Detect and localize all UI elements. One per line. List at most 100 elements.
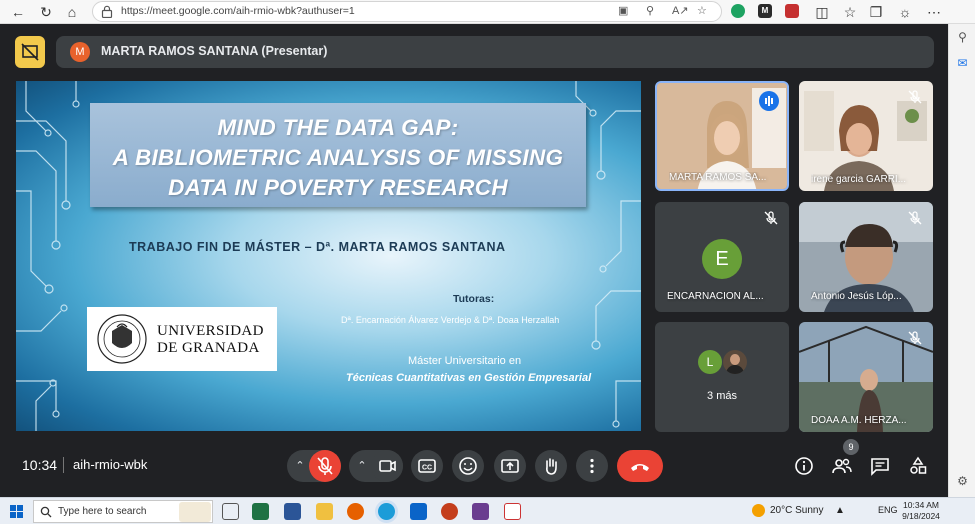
camera-options-chevron-icon[interactable]: ⌃ xyxy=(351,450,373,482)
hand-icon xyxy=(546,458,557,475)
presentation-badge[interactable] xyxy=(15,36,45,68)
word-icon[interactable] xyxy=(284,503,301,520)
zoom-icon[interactable]: ⚲ xyxy=(646,4,654,17)
more-options-button[interactable] xyxy=(576,450,608,482)
task-view-icon[interactable] xyxy=(222,503,239,520)
windows-taskbar: Type here to search 20°C Sunny ▲ ENG 10:… xyxy=(0,497,975,524)
participant-name: MARTA RAMOS SA... xyxy=(669,172,767,183)
camera-icon[interactable]: ▣ xyxy=(618,4,628,17)
extension-icon[interactable] xyxy=(731,4,745,18)
university-name-line2: DE GRANADA xyxy=(157,340,260,356)
participant-tile[interactable]: irene garcia GARRI... xyxy=(799,81,933,191)
system-clock[interactable]: 10:34 AM 9/18/2024 xyxy=(899,500,943,522)
screen-off-icon xyxy=(21,43,39,61)
read-aloud-icon[interactable]: A↗ xyxy=(672,4,689,17)
back-icon[interactable]: ← xyxy=(8,2,28,22)
leave-call-button[interactable] xyxy=(617,450,663,482)
file-explorer-icon[interactable] xyxy=(316,503,333,520)
lock-icon xyxy=(101,5,113,18)
sun-icon xyxy=(752,504,765,517)
presentation-slide: MIND THE DATA GAP: A BIBLIOMETRIC ANALYS… xyxy=(16,81,641,431)
participant-tile[interactable]: MARTA RAMOS SA... xyxy=(655,81,789,191)
clock-time: 10:34 AM xyxy=(903,500,939,510)
more-participants-label: 3 más xyxy=(707,390,737,402)
app-icon[interactable] xyxy=(472,503,489,520)
camera-toggle-button[interactable] xyxy=(371,450,403,482)
tutors-label: Tutoras: xyxy=(453,293,495,305)
refresh-icon[interactable]: ↻ xyxy=(36,2,56,22)
clock-date: 9/18/2024 xyxy=(902,511,940,521)
participant-name: Antonio Jesús Lóp... xyxy=(811,291,902,302)
edge-icon[interactable] xyxy=(378,503,395,520)
powerpoint-icon[interactable] xyxy=(441,503,458,520)
taskbar-search-box[interactable]: Type here to search xyxy=(33,500,213,523)
settings-gear-icon[interactable]: ⚙ xyxy=(955,474,970,489)
tray-icons[interactable]: ▲ xyxy=(835,505,845,516)
edge-sidebar: ⚲ ✉ ⚙ xyxy=(948,24,975,497)
mic-options-chevron-icon[interactable]: ⌃ xyxy=(289,450,311,482)
reactions-button[interactable] xyxy=(452,450,484,482)
meeting-code: aih-rmio-wbk xyxy=(73,457,148,472)
raise-hand-button[interactable] xyxy=(535,450,567,482)
collections-icon[interactable]: ❐ xyxy=(866,2,886,22)
meeting-details-info-icon[interactable] xyxy=(792,454,816,478)
present-screen-button[interactable] xyxy=(494,450,526,482)
excel-icon[interactable] xyxy=(252,503,269,520)
activities-icon[interactable] xyxy=(906,454,930,478)
people-icon[interactable] xyxy=(830,454,854,478)
master-line2: Técnicas Cuantitativas en Gestión Empres… xyxy=(346,372,592,384)
chat-icon[interactable] xyxy=(868,454,892,478)
slide-title-line: DATA IN POVERTY RESEARCH xyxy=(168,175,508,200)
mic-off-icon xyxy=(908,331,922,345)
url-text: https://meet.google.com/aih-rmio-wbk?aut… xyxy=(121,5,355,17)
home-icon[interactable]: ⌂ xyxy=(62,2,82,22)
slide-title-box: MIND THE DATA GAP: A BIBLIOMETRIC ANALYS… xyxy=(90,103,586,207)
participants-count-badge: 9 xyxy=(843,439,859,455)
more-menu-icon[interactable]: ⋯ xyxy=(924,2,944,22)
presenter-label: MARTA RAMOS SANTANA (Presentar) xyxy=(101,44,328,58)
participant-name: ENCARNACION AL... xyxy=(667,291,764,302)
outlook-icon[interactable]: ✉ xyxy=(955,56,970,71)
divider xyxy=(63,457,64,473)
participant-tile[interactable]: E ENCARNACION AL... xyxy=(655,202,789,312)
language-indicator[interactable]: ENG xyxy=(878,505,898,515)
windows-start-icon[interactable] xyxy=(10,505,23,518)
address-bar[interactable]: https://meet.google.com/aih-rmio-wbk?aut… xyxy=(92,1,722,22)
slide-title-line: MIND THE DATA GAP: xyxy=(217,115,459,140)
more-vert-icon xyxy=(590,458,594,474)
university-seal-icon xyxy=(97,314,147,364)
videocam-icon xyxy=(379,460,396,472)
participant-tile[interactable]: DOAA A.M. HERZA... xyxy=(799,322,933,432)
call-end-icon xyxy=(631,464,649,471)
search-highlight-image xyxy=(179,502,211,522)
mic-off-icon xyxy=(908,211,922,225)
avatar: L xyxy=(698,350,722,374)
speaking-indicator-icon xyxy=(759,91,779,111)
favorites-icon[interactable]: ☆ xyxy=(840,2,860,22)
present-to-all-icon xyxy=(501,459,519,473)
avatar: E xyxy=(702,239,742,279)
search-icon xyxy=(40,506,52,518)
pdf-icon[interactable] xyxy=(504,503,521,520)
more-participants-tile[interactable]: L 3 más xyxy=(655,322,789,432)
captions-button[interactable]: CC xyxy=(411,450,443,482)
outlook-icon[interactable] xyxy=(410,503,427,520)
participant-tile[interactable]: Antonio Jesús Lóp... xyxy=(799,202,933,312)
favorite-star-icon[interactable]: ☆ xyxy=(697,4,707,17)
weather-text[interactable]: 20°C Sunny xyxy=(770,505,823,516)
master-line1: Máster Universitario en xyxy=(408,355,522,367)
mic-off-icon xyxy=(317,457,333,475)
profile-icon[interactable]: ☼ xyxy=(895,2,915,22)
extension-icon[interactable] xyxy=(785,4,799,18)
meet-window: M MARTA RAMOS SANTANA (Presentar) MIND T… xyxy=(0,24,948,497)
split-screen-icon[interactable]: ◫ xyxy=(812,2,832,22)
firefox-icon[interactable] xyxy=(347,503,364,520)
mic-toggle-button[interactable] xyxy=(309,450,341,482)
presenter-avatar: M xyxy=(70,42,90,62)
search-icon[interactable]: ⚲ xyxy=(955,30,970,45)
search-placeholder: Type here to search xyxy=(58,506,147,517)
mic-off-icon xyxy=(764,211,778,225)
mic-off-icon xyxy=(908,90,922,104)
extension-icon[interactable]: M xyxy=(758,4,772,18)
avatar xyxy=(723,350,747,374)
